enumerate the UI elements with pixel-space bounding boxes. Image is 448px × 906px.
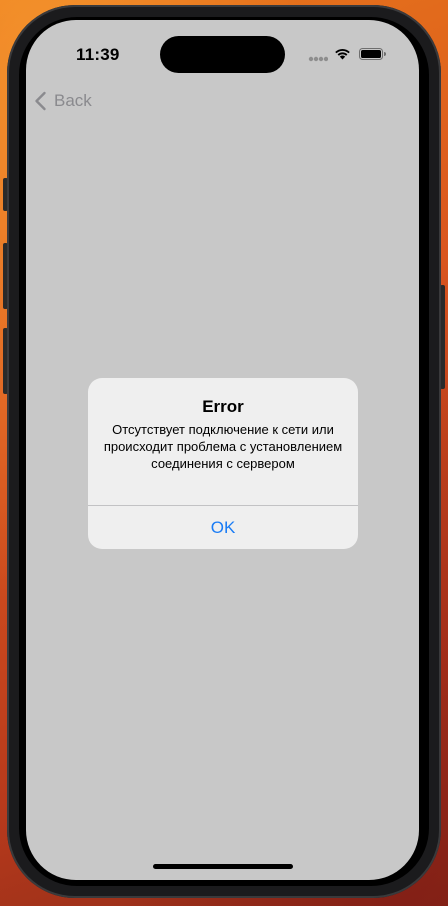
alert-title: Error [202, 397, 244, 416]
error-alert: Error Отсутствует подключение к сети или… [88, 378, 358, 549]
ok-button[interactable]: OK [88, 506, 358, 549]
phone-screen: 11:39 Back Error Отсутствует подключение… [26, 20, 419, 880]
alert-message: Отсутствует подключение к сети или проис… [103, 422, 343, 471]
home-indicator[interactable] [153, 864, 293, 869]
